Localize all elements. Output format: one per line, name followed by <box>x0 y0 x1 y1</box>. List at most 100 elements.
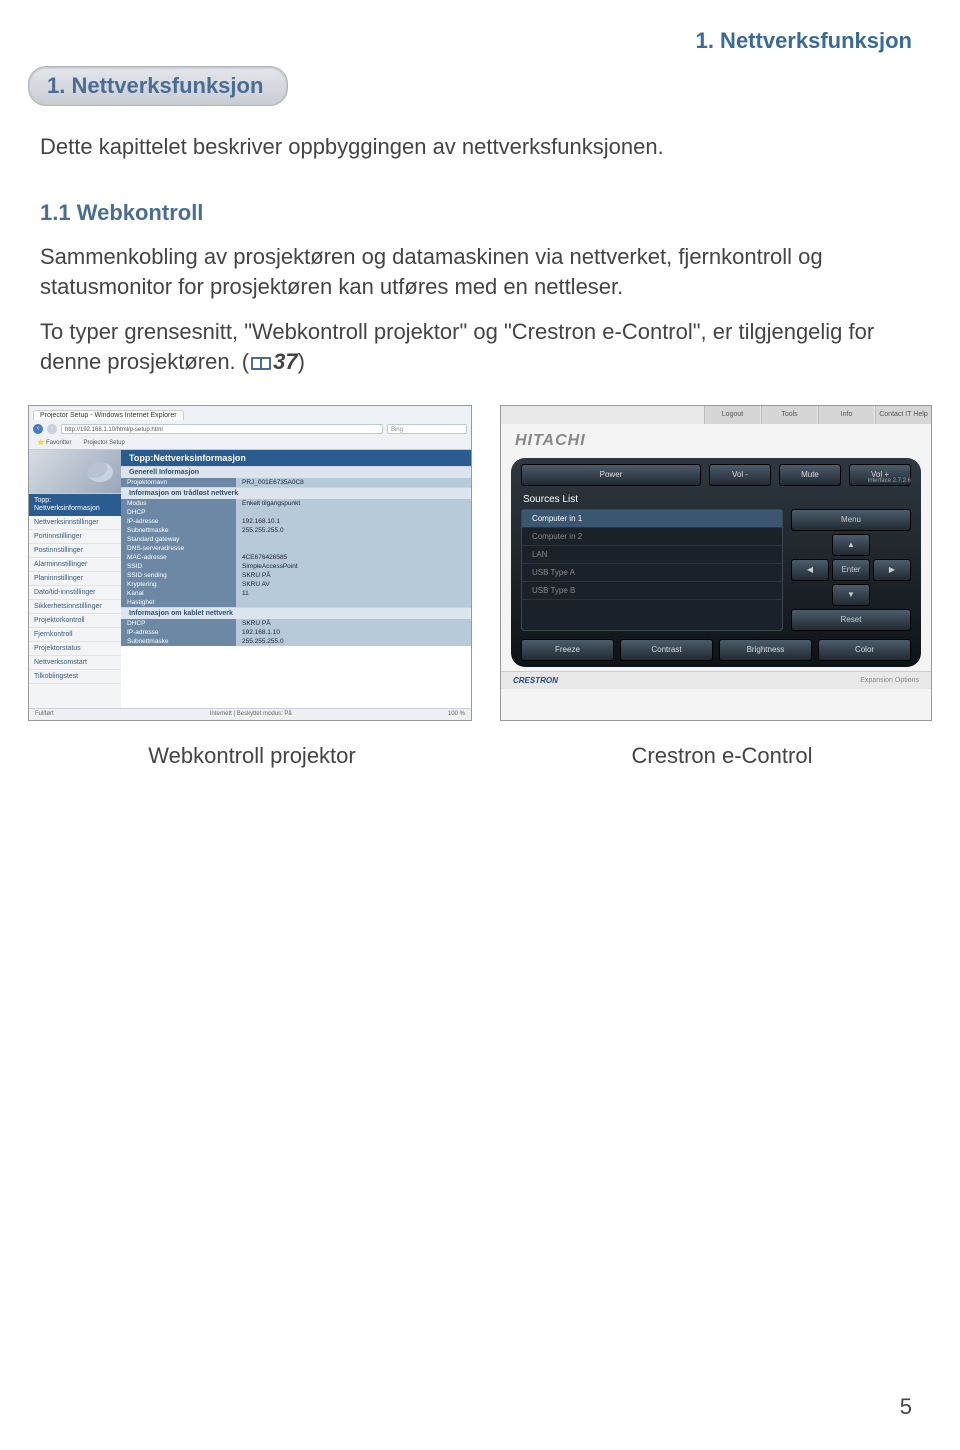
table-row: SSIDSimpleAccessPoint <box>121 562 471 571</box>
browser-statusbar: Fullført Internett | Beskyttet modus: På… <box>29 708 471 720</box>
table-row: Kanal11 <box>121 589 471 598</box>
crestron-footer: CRESTRON Expansion Options <box>501 671 931 689</box>
control-row-bottom: Freeze Contrast Brightness Color <box>521 639 911 661</box>
forward-icon[interactable]: › <box>47 424 57 434</box>
sidebar-item[interactable]: Dato/tid-innstillinger <box>29 586 121 600</box>
crestron-panel: PowerVol -MuteVol + Sources List Compute… <box>511 458 921 667</box>
contrast-button[interactable]: Contrast <box>620 639 713 661</box>
running-header: 1. Nettverksfunksjon <box>0 0 960 54</box>
crestron-screenshot: LogoutToolsInfoContact IT Help HITACHI I… <box>500 405 932 721</box>
dpad-down-button[interactable]: ▼ <box>832 584 870 606</box>
table-wireless: ModusEnkelt tilgangspunktDHCPIP-adresse1… <box>121 499 471 607</box>
book-icon <box>251 355 271 371</box>
table-row: MAC-adresse4CE676426585 <box>121 553 471 562</box>
expansion-link[interactable]: Expansion Options <box>860 677 919 684</box>
status-left: Fullført <box>35 711 54 717</box>
caption-right: Crestron e-Control <box>504 743 940 769</box>
table-row: ModusEnkelt tilgangspunkt <box>121 499 471 508</box>
status-right: 100 % <box>448 711 465 717</box>
sidebar-item[interactable]: Tilkoblingstest <box>29 670 121 684</box>
brand-label: HITACHI <box>501 424 931 454</box>
subsection-title: Webkontroll <box>77 200 204 225</box>
mute-button[interactable]: Mute <box>779 464 841 486</box>
power-button[interactable]: Power <box>521 464 701 486</box>
sidebar-item[interactable]: Postinnstillinger <box>29 544 121 558</box>
sidebar-item[interactable]: Alarminnstillinger <box>29 558 121 572</box>
body-text-2a: To typer grensesnitt, "Webkontroll proje… <box>40 319 874 374</box>
subsection-number: 1.1 <box>40 200 71 225</box>
dpad-left-button[interactable]: ◀ <box>791 559 829 581</box>
sidebar-item[interactable]: Projektorkontroll <box>29 614 121 628</box>
sidebar-item[interactable]: Fjernkontroll <box>29 628 121 642</box>
search-box[interactable]: Bing <box>387 424 467 434</box>
body-text-2b: ) <box>298 349 305 374</box>
dpad: Menu ▲◀Enter▶▼ Reset <box>791 509 911 631</box>
table-row: IP-adresse192.168.1.10 <box>121 628 471 637</box>
webkontroll-screenshot: Projector Setup - Windows Internet Explo… <box>28 405 472 721</box>
table-row: Subnettmaske255.255.255.0 <box>121 637 471 646</box>
source-item[interactable]: LAN <box>522 546 782 564</box>
vol--button[interactable]: Vol - <box>709 464 771 486</box>
source-item[interactable]: USB Type A <box>522 564 782 582</box>
main-panel: Topp:Nettverksinformasjon Generell Infor… <box>121 450 471 708</box>
sources-title: Sources List <box>523 494 911 505</box>
sidebar-item[interactable]: Planinnstillinger <box>29 572 121 586</box>
sources-section: Sources List Computer in 1Computer in 2L… <box>521 494 911 631</box>
menu-button[interactable]: Menu <box>791 509 911 531</box>
enter-button[interactable]: Enter <box>832 559 870 581</box>
source-item[interactable]: USB Type B <box>522 582 782 600</box>
status-mid: Internett | Beskyttet modus: På <box>210 711 292 717</box>
favorites-item[interactable]: Projector Setup <box>79 439 128 447</box>
dpad-right-button[interactable]: ▶ <box>873 559 911 581</box>
page-ref: 37 <box>273 349 297 374</box>
toplink[interactable]: Tools <box>761 406 817 424</box>
dpad-up-button[interactable]: ▲ <box>832 534 870 556</box>
sidebar-item[interactable]: Portinnstillinger <box>29 530 121 544</box>
group-general: Generell Informasjon <box>121 466 471 478</box>
browser-tab[interactable]: Projector Setup - Windows Internet Explo… <box>33 410 184 420</box>
subsection-heading: 1.1 Webkontroll <box>40 200 920 226</box>
sidebar-item[interactable]: Nettverksinnstillinger <box>29 516 121 530</box>
sidebar-item[interactable]: Sikkerhetsinnstillinger <box>29 600 121 614</box>
table-row: Standard gateway <box>121 535 471 544</box>
toplink[interactable]: Info <box>818 406 874 424</box>
version-label: Interface 2.7.2.6 <box>868 478 911 484</box>
toplink[interactable]: Logout <box>704 406 760 424</box>
address-bar[interactable]: http://192.168.1.10/html/p-setup.html <box>61 424 383 434</box>
sidebar-nav: NettverksinnstillingerPortinnstillingerP… <box>29 516 121 684</box>
table-row: DHCP <box>121 508 471 517</box>
back-icon[interactable]: ‹ <box>33 424 43 434</box>
projector-image <box>29 450 121 494</box>
sidebar-current[interactable]: Topp: Nettverksinformasjon <box>29 494 121 516</box>
control-row-top: PowerVol -MuteVol + <box>521 464 911 486</box>
favorites-label[interactable]: ⭐ Favoritter <box>33 438 75 447</box>
crestron-toplinks: LogoutToolsInfoContact IT Help <box>501 406 931 424</box>
source-item[interactable]: Computer in 1 <box>522 510 782 528</box>
source-item[interactable]: Computer in 2 <box>522 528 782 546</box>
brightness-button[interactable]: Brightness <box>719 639 812 661</box>
table-wired: DHCPSKRU PÅIP-adresse192.168.1.10Subnett… <box>121 619 471 646</box>
sidebar: Topp: Nettverksinformasjon Nettverksinns… <box>29 450 121 708</box>
sidebar-item[interactable]: Projektorstatus <box>29 642 121 656</box>
table-row: KrypteringSKRU AV <box>121 580 471 589</box>
table-row: IP-adresse192.168.10.1 <box>121 517 471 526</box>
toplink[interactable]: Contact IT Help <box>875 406 931 424</box>
reset-button[interactable]: Reset <box>791 609 911 631</box>
sidebar-item[interactable]: Nettverksomstart <box>29 656 121 670</box>
sources-list: Computer in 1Computer in 2LANUSB Type AU… <box>521 509 783 631</box>
table-row: Hastighet <box>121 598 471 607</box>
crestron-logo: CRESTRON <box>513 676 558 685</box>
table-row: DNS-serveradresse <box>121 544 471 553</box>
panel-title: Topp:Nettverksinformasjon <box>121 450 471 466</box>
browser-chrome: Projector Setup - Windows Internet Explo… <box>29 406 471 450</box>
table-row: Subnettmaske255.255.255.0 <box>121 526 471 535</box>
group-wired: Informasjon om kablet nettverk <box>121 607 471 619</box>
color-button[interactable]: Color <box>818 639 911 661</box>
caption-left: Webkontroll projektor <box>28 743 476 769</box>
page-number: 5 <box>900 1394 912 1420</box>
table-row: ProjektornavnPRJ_001E6735A0C8 <box>121 478 471 487</box>
group-wireless: Informasjon om trådløst nettverk <box>121 487 471 499</box>
table-general: ProjektornavnPRJ_001E6735A0C8 <box>121 478 471 487</box>
body-paragraph-1: Sammenkobling av prosjektøren og datamas… <box>40 242 920 301</box>
freeze-button[interactable]: Freeze <box>521 639 614 661</box>
